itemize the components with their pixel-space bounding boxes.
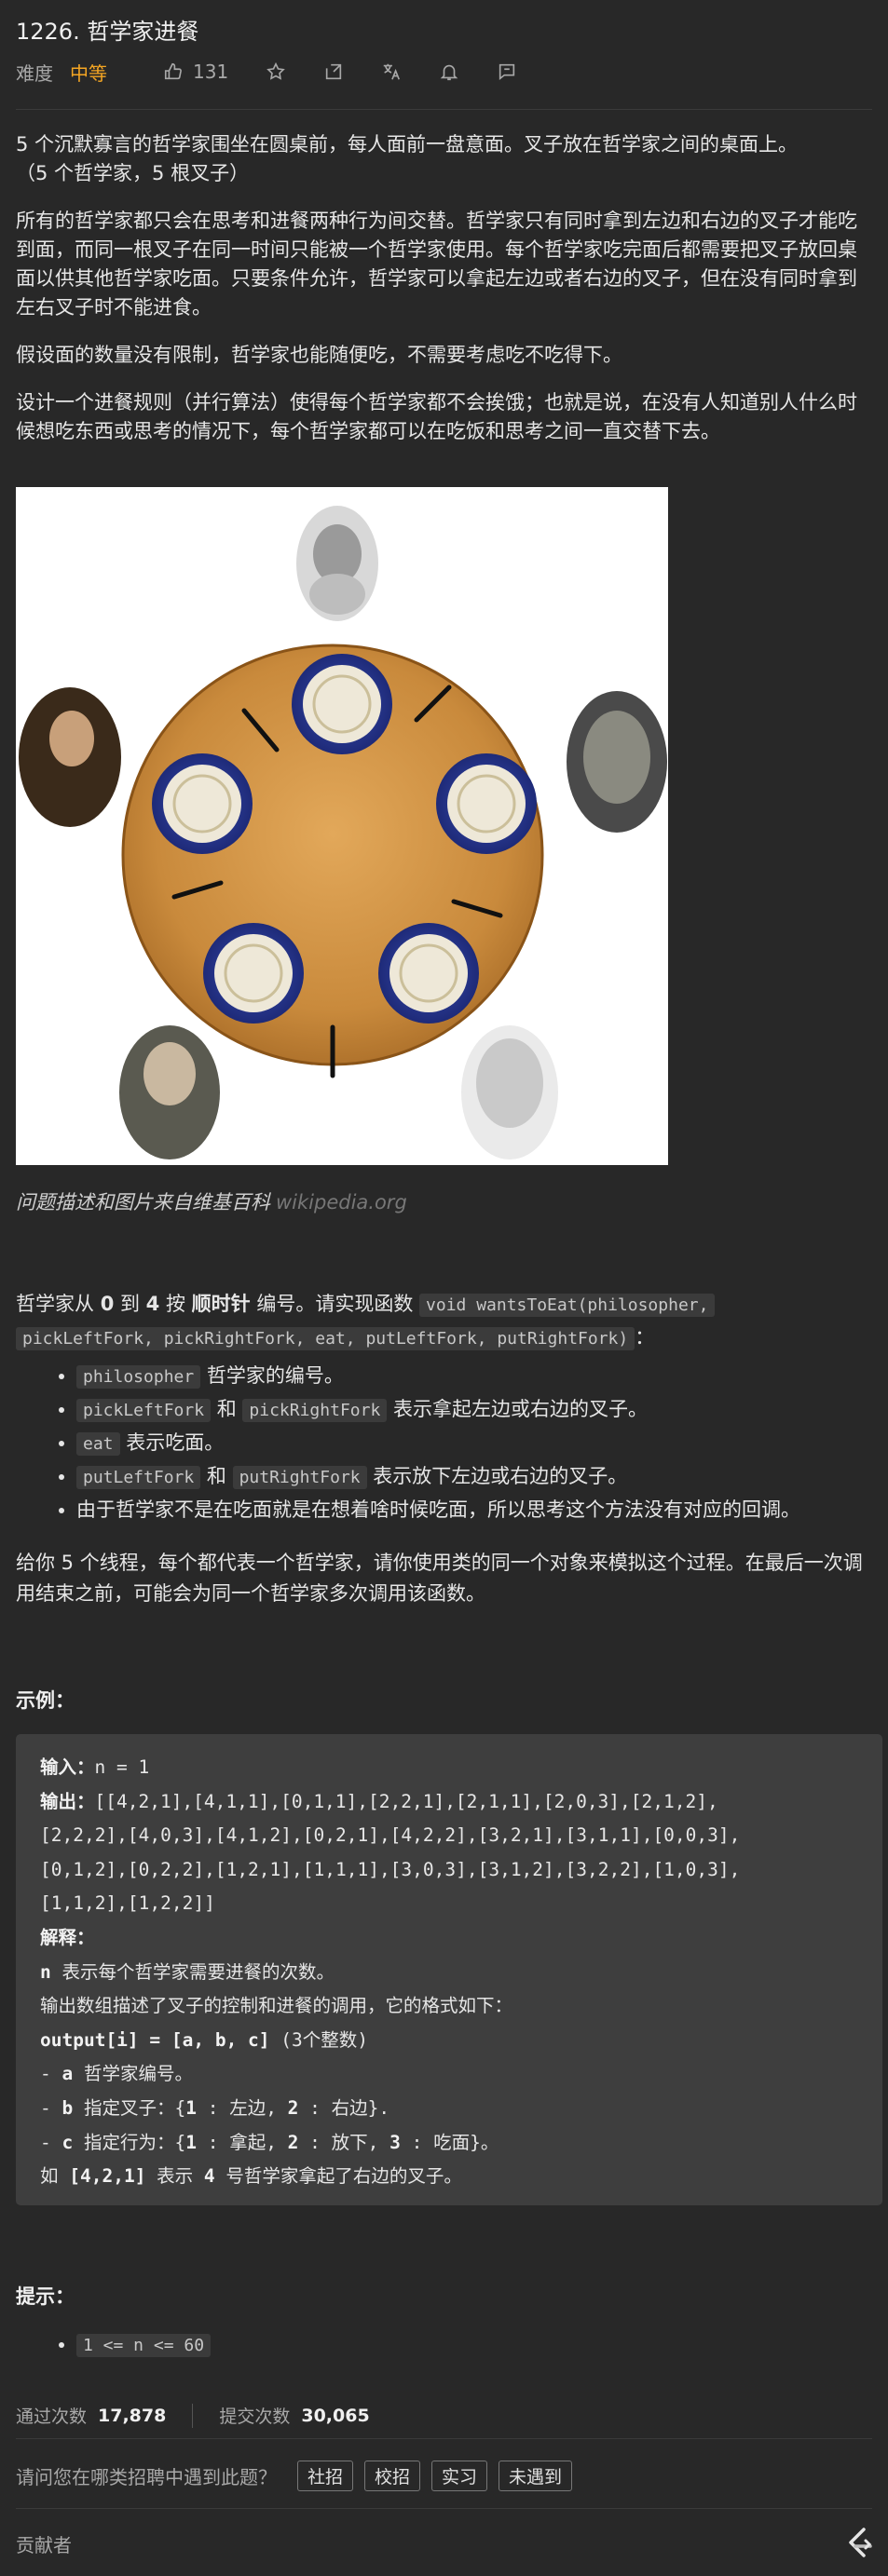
desc-p2: 所有的哲学家都只会在思考和进餐两种行为间交替。哲学家只有同时拿到左边和右边的叉子…	[16, 210, 857, 319]
like-count: 131	[193, 61, 229, 83]
difficulty-label: 难度	[16, 61, 53, 85]
hints-heading: 提示：	[16, 2285, 75, 2308]
philosopher-portrait	[296, 506, 378, 621]
problem-toolbar: 难度 中等 131	[16, 58, 517, 86]
favorite-button[interactable]	[266, 61, 286, 82]
comment-icon	[499, 63, 515, 81]
desc-p1: 5 个沉默寡言的哲学家围坐在圆桌前，每人面前一盘意面。叉子放在哲学家之间的桌面上…	[16, 133, 799, 184]
list-item: 1 <= n <= 60	[76, 2328, 887, 2362]
plate	[203, 923, 304, 1024]
desc-p4: 设计一个进餐规则（并行算法）使得每个哲学家都不会挨饿；也就是说，在没有人知道别人…	[16, 391, 857, 442]
survey-question: 请问您在哪类招聘中遇到此题？	[16, 2466, 277, 2488]
submitted-value: 30,065	[301, 2405, 370, 2426]
like-button[interactable]: 131	[163, 61, 228, 83]
problem-title: 1226. 哲学家进餐	[16, 19, 199, 45]
translate-button[interactable]	[381, 61, 402, 82]
example-block: 输入：n = 1 输出：[[4,2,1],[4,1,1],[0,1,1],[2,…	[16, 1734, 882, 2205]
desc-p3: 假设面的数量没有限制，哲学家也能随便吃，不需要考虑吃不吃得下。	[16, 344, 622, 366]
submitted-label: 提交次数	[219, 2407, 291, 2427]
wikipedia-link[interactable]: wikipedia.org	[276, 1191, 407, 1213]
divider	[16, 109, 872, 110]
leetcode-logo-icon[interactable]	[840, 2524, 878, 2561]
plate	[152, 753, 253, 854]
survey-option-never[interactable]: 未遇到	[499, 2461, 573, 2491]
share-icon	[326, 63, 342, 80]
list-item: philosopher 哲学家的编号。	[76, 1360, 887, 1393]
survey-option-intern[interactable]: 实习	[431, 2461, 488, 2491]
philosopher-portrait	[19, 687, 121, 827]
accepted-label: 通过次数	[16, 2407, 88, 2427]
bell-icon	[440, 64, 458, 81]
philosopher-portrait	[119, 1025, 220, 1159]
contributors-label: 贡献者	[16, 2534, 72, 2556]
list-item: 由于哲学家不是在吃面就是在想着啥时候吃面，所以思考这个方法没有对应的回调。	[76, 1494, 887, 1525]
plate	[292, 654, 392, 754]
thumbs-up-icon	[164, 62, 182, 80]
params-list: philosopher 哲学家的编号。 pickLeftFork 和 pickR…	[58, 1360, 887, 1525]
interview-survey: 请问您在哪类招聘中遇到此题？ 社招 校招 实习 未遇到	[16, 2461, 573, 2491]
code-signature-params: pickLeftFork, pickRightFork, eat, putLef…	[16, 1327, 635, 1350]
image-caption: 问题描述和图片来自维基百科 wikipedia.org	[16, 1191, 407, 1213]
hints-list: 1 <= n <= 60	[58, 2328, 887, 2362]
star-icon	[266, 61, 286, 80]
share-button[interactable]	[323, 61, 344, 82]
list-item: eat 表示吃面。	[76, 1427, 887, 1460]
difficulty-value: 中等	[70, 61, 107, 85]
accepted-value: 17,878	[98, 2405, 167, 2426]
divider	[16, 2508, 872, 2509]
list-item: pickLeftFork 和 pickRightFork 表示拿起左边或右边的叉…	[76, 1393, 887, 1427]
implementation-paragraph: 哲学家从 0 到 4 按 顺时针 编号。请实现函数 void wantsToEa…	[16, 1288, 868, 1355]
divider	[16, 2438, 872, 2439]
survey-option-campus[interactable]: 校招	[364, 2461, 421, 2491]
problem-description: 5 个沉默寡言的哲学家围坐在圆桌前，每人面前一盘意面。叉子放在哲学家之间的桌面上…	[16, 130, 868, 465]
philosopher-portrait	[461, 1025, 558, 1159]
example-heading: 示例：	[16, 1689, 75, 1712]
philosopher-portrait	[567, 691, 667, 833]
threads-paragraph: 给你 5 个线程，每个都代表一个哲学家，请你使用类的同一个对象来模拟这个过程。在…	[16, 1552, 863, 1605]
dining-philosophers-image	[16, 487, 668, 1165]
plate	[378, 923, 479, 1024]
code-signature: void wantsToEat(philosopher,	[419, 1294, 716, 1317]
submission-stats: 通过次数 17,878 提交次数 30,065	[16, 2403, 370, 2428]
plate	[436, 753, 537, 854]
list-item: putLeftFork 和 putRightFork 表示放下左边或右边的叉子。	[76, 1460, 887, 1494]
survey-option-social[interactable]: 社招	[297, 2461, 354, 2491]
translate-icon	[383, 63, 401, 80]
feedback-button[interactable]	[497, 61, 517, 82]
notify-button[interactable]	[439, 61, 459, 82]
